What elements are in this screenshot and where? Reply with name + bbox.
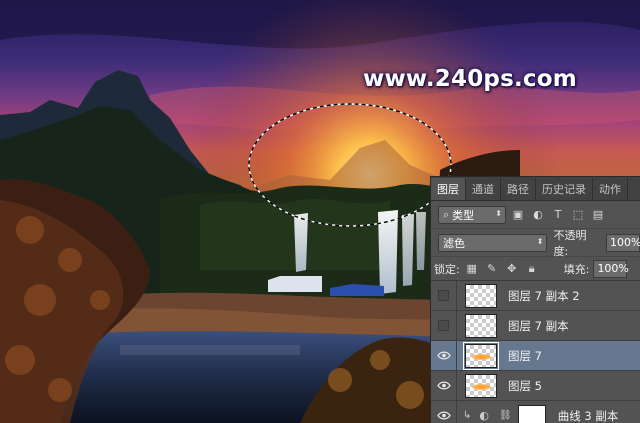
- adjustment-filter-icon[interactable]: ◐: [530, 207, 546, 223]
- tab-paths[interactable]: 路径: [501, 178, 536, 200]
- opacity-label: 不透明度:: [553, 228, 587, 258]
- eye-icon: [436, 351, 451, 360]
- layer-row[interactable]: 图层 7 副本: [431, 310, 640, 341]
- layer-thumbnail: [463, 341, 499, 370]
- panel-tabs: 图层 通道 路径 历史记录 动作: [431, 177, 640, 201]
- layer-row[interactable]: 图层 5: [431, 370, 640, 401]
- layer-name: 图层 5: [508, 378, 542, 393]
- blend-mode-value: 滤色: [443, 236, 465, 250]
- site-watermark: www.240ps.com: [363, 66, 577, 92]
- lock-label: 锁定:: [434, 262, 460, 276]
- lock-position-icon[interactable]: ✥: [504, 261, 520, 277]
- eye-icon: [436, 381, 451, 390]
- opacity-value: 100%: [610, 236, 640, 249]
- adjustment-layer-icon: ◐: [479, 409, 489, 422]
- tab-layers[interactable]: 图层: [431, 178, 466, 200]
- visibility-toggle[interactable]: [431, 310, 457, 341]
- opacity-field[interactable]: 100%: [606, 233, 640, 252]
- lock-row: 锁定: ▦ ✎ ✥ 🔒︎ 填充: 100%: [431, 257, 640, 281]
- layer-name: 图层 7 副本: [508, 318, 569, 333]
- visibility-toggle[interactable]: [431, 370, 457, 401]
- blend-mode-select[interactable]: 滤色 ⬍: [438, 233, 548, 252]
- hidden-box-icon: [438, 320, 449, 331]
- search-icon: ⌕: [443, 207, 450, 221]
- visibility-toggle[interactable]: [431, 280, 457, 311]
- layer-thumbnail: [465, 373, 497, 398]
- layer-thumbnail: [465, 283, 497, 308]
- tab-channels[interactable]: 通道: [466, 178, 501, 200]
- type-filter-icon[interactable]: T: [550, 207, 566, 223]
- layer-name: 图层 7 副本 2: [508, 288, 580, 303]
- layer-row-selected[interactable]: 图层 7: [431, 340, 640, 371]
- tab-history[interactable]: 历史记录: [536, 178, 593, 200]
- layer-mask-thumbnail: [517, 404, 546, 423]
- shape-filter-icon[interactable]: ⬚: [570, 207, 586, 223]
- layer-thumbnail: [465, 313, 497, 338]
- layers-panel: 图层 通道 路径 历史记录 动作 ⌕ 类型 ⬍ ▣ ◐ T ⬚ ▤ 滤色 ⬍ 不…: [430, 176, 640, 423]
- eye-icon: [436, 411, 451, 420]
- visibility-toggle[interactable]: [431, 400, 457, 423]
- clip-arrow-icon: ↳: [463, 410, 472, 421]
- smart-object-filter-icon[interactable]: ▤: [590, 207, 606, 223]
- layer-name: 曲线 3 副本: [557, 408, 619, 423]
- chevron-updown-icon: ⬍: [536, 236, 544, 246]
- filter-kind-select[interactable]: ⌕ 类型 ⬍: [438, 205, 506, 224]
- glow-thumb: [472, 353, 491, 360]
- lock-transparency-icon[interactable]: ▦: [464, 261, 480, 277]
- tab-actions[interactable]: 动作: [593, 178, 628, 200]
- chevron-updown-icon: ⬍: [495, 208, 502, 218]
- hidden-box-icon: [438, 290, 449, 301]
- fill-field[interactable]: 100%: [593, 259, 629, 278]
- link-chain-icon: ⛓: [499, 410, 512, 421]
- glow-thumb: [472, 383, 491, 390]
- image-filter-icon[interactable]: ▣: [510, 207, 526, 223]
- layer-name: 图层 7: [508, 348, 542, 363]
- layer-row[interactable]: 图层 7 副本 2: [431, 280, 640, 311]
- fill-label: 填充:: [563, 262, 590, 276]
- lock-pixels-icon[interactable]: ✎: [484, 261, 500, 277]
- blend-row: 滤色 ⬍ 不透明度: 100%: [431, 228, 640, 258]
- filter-row: ⌕ 类型 ⬍ ▣ ◐ T ⬚ ▤: [431, 201, 640, 229]
- lock-all-icon[interactable]: 🔒︎: [524, 261, 540, 277]
- filter-kind-label: 类型: [452, 208, 475, 222]
- fill-value: 100%: [597, 262, 629, 275]
- layer-row[interactable]: ↳ ◐ ⛓ 曲线 3 副本: [431, 400, 640, 423]
- visibility-toggle[interactable]: [431, 340, 457, 371]
